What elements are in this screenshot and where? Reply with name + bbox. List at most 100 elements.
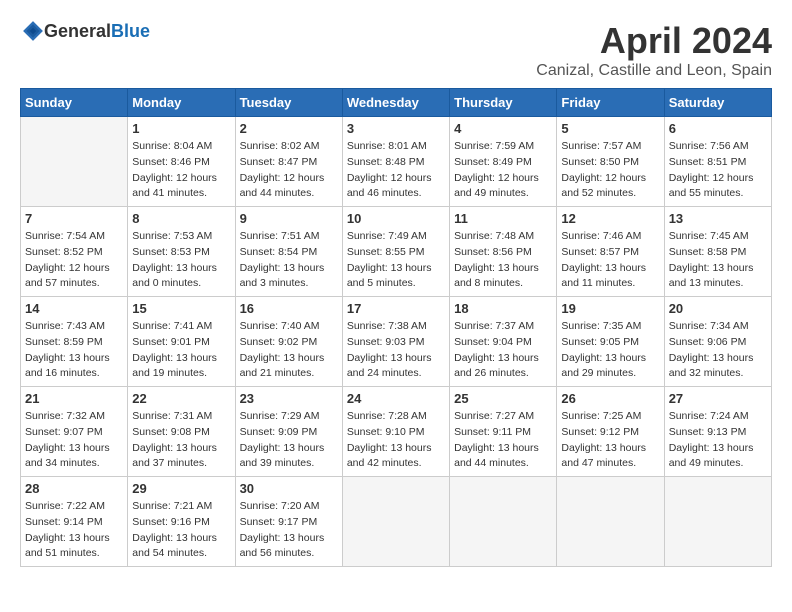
day-cell: 2Sunrise: 8:02 AMSunset: 8:47 PMDaylight… [235,117,342,207]
day-info: Sunrise: 7:29 AMSunset: 9:09 PMDaylight:… [240,409,338,472]
day-cell: 7 Sunrise: 7:54 AMSunset: 8:52 PMDaylight… [21,207,128,297]
week-row-2: 7 Sunrise: 7:54 AMSunset: 8:52 PMDaylight… [21,207,772,297]
day-info: Sunrise: 7:56 AMSunset: 8:51 PMDaylight:… [669,139,767,202]
day-info: Sunrise: 7:34 AMSunset: 9:06 PMDaylight:… [669,319,767,382]
weekday-header-wednesday: Wednesday [342,89,449,117]
page-header: GeneralBlue April 2024 Canizal, Castille… [20,20,772,80]
day-info: Sunrise: 7:53 AMSunset: 8:53 PMDaylight:… [132,229,230,292]
weekday-header-friday: Friday [557,89,664,117]
day-info: Sunrise: 7:54 AMSunset: 8:52 PMDaylight:… [25,229,123,292]
day-info: Sunrise: 7:24 AMSunset: 9:13 PMDaylight:… [669,409,767,472]
day-number: 4 [454,121,552,136]
logo-blue: Blue [111,21,150,41]
day-cell: 5 Sunrise: 7:57 AMSunset: 8:50 PMDaylight… [557,117,664,207]
day-info: Sunrise: 7:45 AMSunset: 8:58 PMDaylight:… [669,229,767,292]
day-number: 5 [561,121,659,136]
day-info: Sunrise: 7:41 AMSunset: 9:01 PMDaylight:… [132,319,230,382]
day-info: Sunrise: 7:38 AMSunset: 9:03 PMDaylight:… [347,319,445,382]
day-number: 27 [669,391,767,406]
day-info: Sunrise: 7:59 AMSunset: 8:49 PMDaylight:… [454,139,552,202]
weekday-header-monday: Monday [128,89,235,117]
day-cell: 22Sunrise: 7:31 AMSunset: 9:08 PMDayligh… [128,387,235,477]
day-cell: 3 Sunrise: 8:01 AMSunset: 8:48 PMDaylight… [342,117,449,207]
day-number: 10 [347,211,445,226]
day-number: 28 [25,481,123,496]
logo-icon [22,20,44,42]
day-cell: 24Sunrise: 7:28 AMSunset: 9:10 PMDayligh… [342,387,449,477]
day-info: Sunrise: 7:49 AMSunset: 8:55 PMDaylight:… [347,229,445,292]
day-cell: 14 Sunrise: 7:43 AMSunset: 8:59 PMDayligh… [21,297,128,387]
day-cell: 25 Sunrise: 7:27 AMSunset: 9:11 PMDayligh… [450,387,557,477]
day-cell: 9 Sunrise: 7:51 AMSunset: 8:54 PMDaylight… [235,207,342,297]
day-cell: 30 Sunrise: 7:20 AMSunset: 9:17 PMDayligh… [235,477,342,567]
day-number: 3 [347,121,445,136]
day-cell [450,477,557,567]
day-cell: 20 Sunrise: 7:34 AMSunset: 9:06 PMDayligh… [664,297,771,387]
day-info: Sunrise: 7:37 AMSunset: 9:04 PMDaylight:… [454,319,552,382]
day-cell [664,477,771,567]
day-number: 7 [25,211,123,226]
day-info: Sunrise: 8:01 AMSunset: 8:48 PMDaylight:… [347,139,445,202]
day-cell: 17 Sunrise: 7:38 AMSunset: 9:03 PMDayligh… [342,297,449,387]
day-cell [342,477,449,567]
day-cell [557,477,664,567]
day-info: Sunrise: 7:51 AMSunset: 8:54 PMDaylight:… [240,229,338,292]
week-row-1: 1Sunrise: 8:04 AMSunset: 8:46 PMDaylight… [21,117,772,207]
day-info: Sunrise: 8:04 AMSunset: 8:46 PMDaylight:… [132,139,230,202]
day-info: Sunrise: 7:46 AMSunset: 8:57 PMDaylight:… [561,229,659,292]
day-number: 12 [561,211,659,226]
day-info: Sunrise: 7:32 AMSunset: 9:07 PMDaylight:… [25,409,123,472]
day-info: Sunrise: 7:22 AMSunset: 9:14 PMDaylight:… [25,499,123,562]
logo: GeneralBlue [20,20,150,42]
day-number: 26 [561,391,659,406]
calendar-table: SundayMondayTuesdayWednesdayThursdayFrid… [20,88,772,567]
day-number: 29 [132,481,230,496]
weekday-header-saturday: Saturday [664,89,771,117]
day-info: Sunrise: 7:40 AMSunset: 9:02 PMDaylight:… [240,319,338,382]
day-number: 11 [454,211,552,226]
day-number: 18 [454,301,552,316]
logo-general: General [44,21,111,41]
weekday-header-thursday: Thursday [450,89,557,117]
day-info: Sunrise: 7:27 AMSunset: 9:11 PMDaylight:… [454,409,552,472]
day-cell: 27 Sunrise: 7:24 AMSunset: 9:13 PMDayligh… [664,387,771,477]
day-cell: 23 Sunrise: 7:29 AMSunset: 9:09 PMDayligh… [235,387,342,477]
day-cell: 19Sunrise: 7:35 AMSunset: 9:05 PMDayligh… [557,297,664,387]
day-number: 30 [240,481,338,496]
day-info: Sunrise: 7:31 AMSunset: 9:08 PMDaylight:… [132,409,230,472]
month-title: April 2024 [536,20,772,62]
day-info: Sunrise: 7:57 AMSunset: 8:50 PMDaylight:… [561,139,659,202]
day-cell: 12 Sunrise: 7:46 AMSunset: 8:57 PMDayligh… [557,207,664,297]
day-number: 9 [240,211,338,226]
day-number: 6 [669,121,767,136]
day-number: 13 [669,211,767,226]
day-number: 8 [132,211,230,226]
day-cell: 16 Sunrise: 7:40 AMSunset: 9:02 PMDayligh… [235,297,342,387]
day-cell: 4 Sunrise: 7:59 AMSunset: 8:49 PMDaylight… [450,117,557,207]
day-cell: 11Sunrise: 7:48 AMSunset: 8:56 PMDayligh… [450,207,557,297]
day-number: 21 [25,391,123,406]
day-cell: 18 Sunrise: 7:37 AMSunset: 9:04 PMDayligh… [450,297,557,387]
day-cell: 13 Sunrise: 7:45 AMSunset: 8:58 PMDayligh… [664,207,771,297]
weekday-header-sunday: Sunday [21,89,128,117]
day-cell: 28 Sunrise: 7:22 AMSunset: 9:14 PMDayligh… [21,477,128,567]
day-info: Sunrise: 7:20 AMSunset: 9:17 PMDaylight:… [240,499,338,562]
day-number: 2 [240,121,338,136]
day-number: 19 [561,301,659,316]
day-info: Sunrise: 7:43 AMSunset: 8:59 PMDaylight:… [25,319,123,382]
day-cell: 15 Sunrise: 7:41 AMSunset: 9:01 PMDayligh… [128,297,235,387]
day-number: 25 [454,391,552,406]
week-row-3: 14 Sunrise: 7:43 AMSunset: 8:59 PMDayligh… [21,297,772,387]
day-number: 17 [347,301,445,316]
day-number: 14 [25,301,123,316]
day-number: 20 [669,301,767,316]
day-cell: 8 Sunrise: 7:53 AMSunset: 8:53 PMDaylight… [128,207,235,297]
day-number: 23 [240,391,338,406]
day-number: 16 [240,301,338,316]
day-cell [21,117,128,207]
day-cell: 29Sunrise: 7:21 AMSunset: 9:16 PMDayligh… [128,477,235,567]
location-title: Canizal, Castille and Leon, Spain [536,62,772,80]
day-number: 15 [132,301,230,316]
weekday-header-row: SundayMondayTuesdayWednesdayThursdayFrid… [21,89,772,117]
week-row-5: 28 Sunrise: 7:22 AMSunset: 9:14 PMDayligh… [21,477,772,567]
